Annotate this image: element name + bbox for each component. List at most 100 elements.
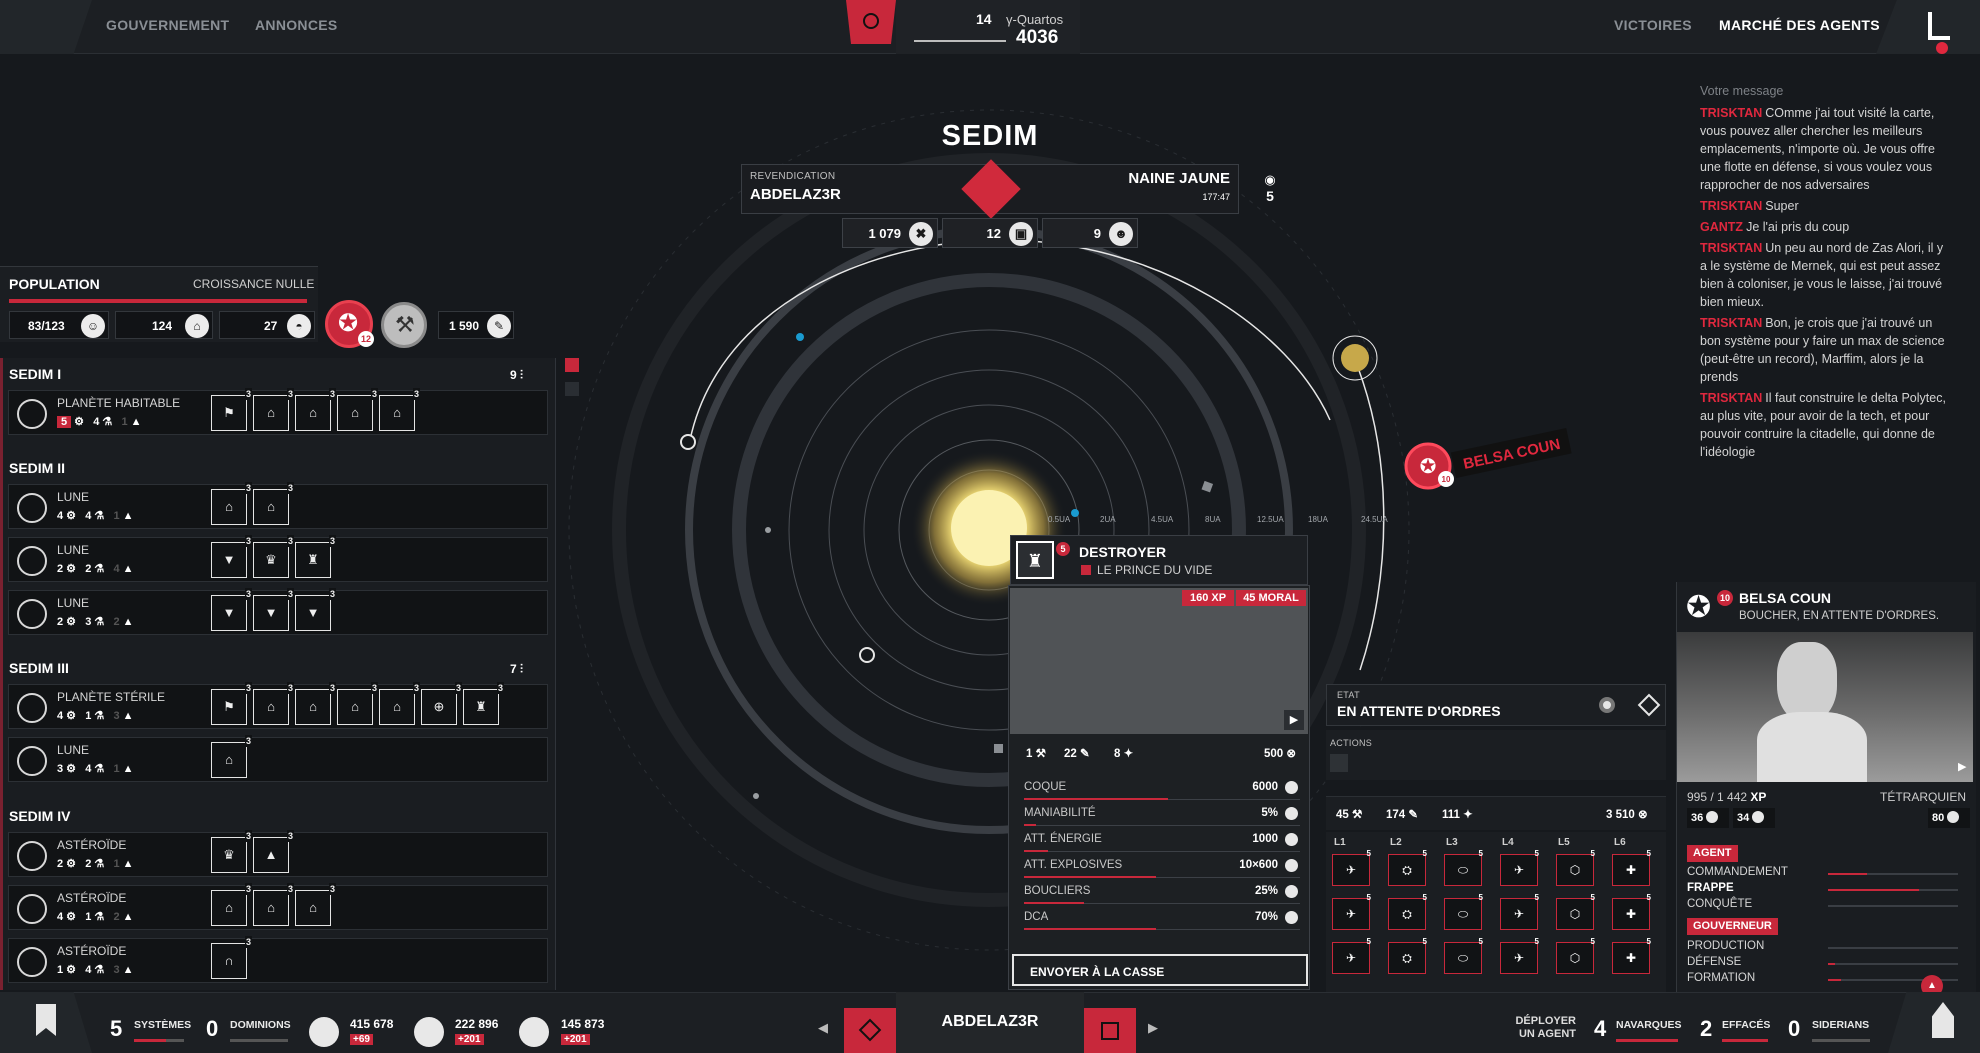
ship-slot[interactable]: ⬡ 5	[1556, 937, 1595, 974]
portrait-body	[1757, 712, 1867, 782]
building-slot[interactable]: ⌂ 3	[253, 482, 294, 525]
building-slot[interactable]: ⌂ 3	[295, 682, 336, 725]
ship-icon: ⛭	[1402, 951, 1412, 965]
building-slot[interactable]: ⌂ 3	[337, 388, 378, 431]
stat-icon	[1285, 781, 1298, 794]
dominions-bar	[230, 1039, 288, 1042]
ship-slot[interactable]: ✚ 5	[1612, 849, 1651, 886]
star-icon: ✪	[1420, 456, 1437, 478]
claim-owner[interactable]: ABDELAZ3R	[750, 186, 841, 203]
ship-slot[interactable]: ⛭ 5	[1388, 893, 1427, 930]
faction-button[interactable]	[844, 1008, 896, 1053]
tab-indicator-2[interactable]	[565, 382, 579, 396]
system-section-count: 9 ⫶	[510, 368, 524, 382]
move-icon[interactable]	[1637, 693, 1661, 717]
building-slot[interactable]: ⌂ 3	[379, 388, 420, 431]
ship-slot[interactable]: ✈ 5	[1500, 849, 1539, 886]
building-slot[interactable]: ▲ 3	[253, 830, 294, 873]
building-slot[interactable]: ⌂ 3	[379, 682, 420, 725]
ship-slot[interactable]: ✚ 5	[1612, 937, 1651, 974]
ship-slot[interactable]: ✈ 5	[1500, 893, 1539, 930]
chat-input[interactable]: Votre message	[1700, 82, 1952, 100]
building-slot[interactable]: ⚑ 3	[211, 388, 252, 431]
building-icon: ▼	[306, 605, 320, 620]
next-arrow-button[interactable]: ▶	[1148, 1020, 1158, 1036]
building-slot[interactable]: ⚑ 3	[211, 682, 252, 725]
building-slot[interactable]: ∩ 3	[211, 936, 252, 979]
building-slot[interactable]: ▼ 3	[211, 588, 252, 631]
governor-agent-button[interactable]: ✪ 12	[325, 300, 374, 348]
credits-icon	[309, 1017, 339, 1047]
ship-slot[interactable]: ⬭ 5	[1444, 893, 1483, 930]
building-slot[interactable]: ⌂ 3	[253, 682, 294, 725]
planet-row[interactable]: PLANÈTE HABITABLE 5 ⚙ 4 ⚗ 1 ▲ ⚑ 3 ⌂ 3 ⌂ 3 ⌂ 3 ⌂ 3	[8, 388, 548, 435]
tech-delta: +201	[455, 1034, 484, 1045]
target-icon[interactable]	[1599, 697, 1615, 713]
effaces-count: 2	[1700, 1016, 1713, 1041]
ship-slot[interactable]: ✈ 5	[1332, 893, 1371, 930]
agent-stat-c: 80	[1928, 808, 1970, 828]
empire-menu-button[interactable]	[1084, 1008, 1136, 1053]
nav-announcements[interactable]: ANNONCES	[255, 17, 338, 33]
planet-row[interactable]: LUNE 2 ⚙ 3 ⚗ 2 ▲ ▼ 3 ▼ 3 ▼ 3	[8, 588, 548, 635]
visibility-value: 5	[1266, 188, 1274, 204]
building-slot[interactable]: ⌂ 3	[211, 883, 252, 926]
ship-slot[interactable]: ✚ 5	[1612, 893, 1651, 930]
planet-row[interactable]: LUNE 4 ⚙ 4 ⚗ 1 ▲ ⌂ 3 ⌂ 3	[8, 482, 548, 529]
building-icon: ♛	[265, 552, 277, 567]
building-slot[interactable]: ▼ 3	[253, 588, 294, 631]
nav-agent-market[interactable]: MARCHÉ DES AGENTS	[1719, 17, 1880, 33]
nav-government[interactable]: GOUVERNEMENT	[106, 17, 229, 33]
building-slot[interactable]: ♛ 3	[211, 830, 252, 873]
build-button[interactable]: ⚒	[381, 302, 427, 348]
ship-slot[interactable]: ⛭ 5	[1388, 849, 1427, 886]
building-slot[interactable]: ⌂ 3	[295, 883, 336, 926]
building-slot[interactable]: ▼ 3	[211, 535, 252, 578]
deploy-agent-button[interactable]: DÉPLOYER UN AGENT	[1496, 1015, 1576, 1041]
ship-icon: ✚	[1625, 951, 1637, 965]
view-toggle-button[interactable]	[846, 0, 896, 44]
planet-row[interactable]: ASTÉROÏDE 1 ⚙ 4 ⚗ 3 ▲ ∩ 3	[8, 936, 548, 983]
building-slot[interactable]: ♜ 3	[295, 535, 336, 578]
ship-slot[interactable]: ✈ 5	[1332, 849, 1371, 886]
stat-icon	[1285, 807, 1298, 820]
ship-slot[interactable]: ✈ 5	[1332, 937, 1371, 974]
building-slot[interactable]: ⌂ 3	[253, 883, 294, 926]
agent-star-icon: ✪	[1686, 591, 1712, 624]
prev-arrow-button[interactable]: ◀	[818, 1020, 828, 1036]
ship-slot[interactable]: ✈ 5	[1500, 937, 1539, 974]
chat-messages: TRISKTAN COmme j'ai tout visité la carte,…	[1700, 104, 1952, 461]
next-arrow-button[interactable]: ▶	[1284, 710, 1304, 730]
planet-row[interactable]: LUNE 3 ⚙ 4 ⚗ 1 ▲ ⌂ 3	[8, 735, 548, 782]
tech-total: 222 896	[455, 1017, 499, 1031]
portrait-next-button[interactable]: ▶	[1958, 760, 1966, 773]
tab-indicator[interactable]	[565, 358, 579, 372]
building-slot[interactable]: ♛ 3	[253, 535, 294, 578]
ship-stat-value: 1000	[1252, 833, 1278, 845]
planet-row[interactable]: ASTÉROÏDE 2 ⚙ 2 ⚗ 1 ▲ ♛ 3 ▲ 3	[8, 830, 548, 877]
ship-slot[interactable]: ⬡ 5	[1556, 849, 1595, 886]
building-slot[interactable]: ▼ 3	[295, 588, 336, 631]
building-slot[interactable]: ⌂ 3	[211, 735, 252, 778]
ship-slot[interactable]: ⛭ 5	[1388, 937, 1427, 974]
ship-slot[interactable]: ⬭ 5	[1444, 937, 1483, 974]
planet-row[interactable]: PLANÈTE STÉRILE 4 ⚙ 1 ⚗ 3 ▲ ⚑ 3 ⌂ 3 ⌂ 3 ⌂ 3 ⌂ 3 ⊕ 3 ♜ 3	[8, 682, 548, 729]
ship-slot[interactable]: ⬭ 5	[1444, 849, 1483, 886]
stat-icon	[1285, 859, 1298, 872]
ship-stat-bar	[1024, 876, 1156, 878]
planet-row[interactable]: ASTÉROÏDE 4 ⚙ 1 ⚗ 2 ▲ ⌂ 3 ⌂ 3 ⌂ 3	[8, 883, 548, 930]
action-slot[interactable]	[1330, 754, 1348, 772]
building-slot[interactable]: ⊕ 3	[421, 682, 462, 725]
building-slot[interactable]: ♜ 3	[463, 682, 504, 725]
ship-slot[interactable]: ⬡ 5	[1556, 893, 1595, 930]
chat-message: TRISKTAN Un peu au nord de Zas Alori, il …	[1700, 239, 1952, 311]
chat-author: TRISKTAN	[1700, 106, 1763, 120]
building-slot[interactable]: ⌂ 3	[253, 388, 294, 431]
ideology-icon: ☻	[1109, 222, 1133, 246]
building-slot[interactable]: ⌂ 3	[337, 682, 378, 725]
planet-row[interactable]: LUNE 2 ⚙ 2 ⚗ 4 ▲ ▼ 3 ♛ 3 ♜ 3	[8, 535, 548, 582]
nav-victories[interactable]: VICTOIRES	[1614, 17, 1692, 33]
building-slot[interactable]: ⌂ 3	[295, 388, 336, 431]
scrap-ship-button[interactable]: ENVOYER À LA CASSE	[1012, 954, 1308, 986]
building-slot[interactable]: ⌂ 3	[211, 482, 252, 525]
